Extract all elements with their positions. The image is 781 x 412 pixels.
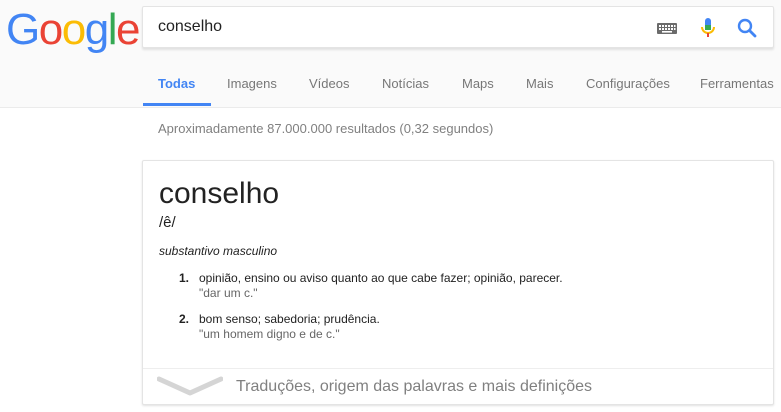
- search-icon[interactable]: [735, 16, 759, 40]
- definition-example: "dar um c.": [199, 286, 258, 300]
- tab-configuracoes[interactable]: Configurações: [586, 64, 670, 104]
- tab-ferramentas[interactable]: Ferramentas: [700, 64, 774, 104]
- active-tab-indicator: [143, 103, 211, 106]
- more-definitions-label: Traduções, origem das palavras e mais de…: [236, 378, 593, 395]
- part-of-speech: substantivo masculino: [159, 244, 278, 258]
- microphone-icon[interactable]: [696, 16, 720, 40]
- tab-mais[interactable]: Mais: [526, 64, 553, 104]
- tab-maps[interactable]: Maps: [462, 64, 494, 104]
- chevron-down-icon: [156, 375, 224, 402]
- definition-example: "um homem digno e de c.": [199, 327, 340, 341]
- tab-noticias[interactable]: Notícias: [382, 64, 429, 104]
- definition-number: 2.: [179, 312, 190, 326]
- logo-letter: e: [115, 5, 140, 54]
- logo-letter: g: [84, 5, 109, 54]
- dictionary-phonetic: /ê/: [159, 214, 176, 231]
- dictionary-word: conselho: [159, 177, 280, 210]
- search-box: [142, 6, 774, 48]
- header: Google conselho Todas Imagens Vídeos Not…: [0, 0, 781, 108]
- keyboard-icon[interactable]: [655, 16, 679, 40]
- search-input[interactable]: [158, 7, 638, 47]
- definition-text: bom senso; sabedoria; prudência.: [199, 312, 380, 326]
- logo-letter: o: [61, 5, 86, 54]
- search-tabs: Todas Imagens Vídeos Notícias Maps Mais …: [0, 64, 781, 107]
- definition-text: opinião, ensino ou aviso quanto ao que c…: [199, 271, 563, 285]
- tab-todas[interactable]: Todas: [158, 64, 195, 104]
- logo-letter: l: [107, 5, 118, 54]
- tab-videos[interactable]: Vídeos: [309, 64, 349, 104]
- tab-imagens[interactable]: Imagens: [227, 64, 277, 104]
- logo-letter: G: [6, 5, 40, 54]
- result-stats: Aproximadamente 87.000.000 resultados (0…: [158, 121, 494, 136]
- google-logo[interactable]: Google: [6, 5, 140, 55]
- definition-number: 1.: [179, 271, 190, 285]
- more-definitions-toggle[interactable]: Traduções, origem das palavras e mais de…: [143, 368, 773, 405]
- dictionary-card: conselho /ê/ substantivo masculino 1. op…: [142, 160, 774, 405]
- logo-letter: o: [38, 5, 63, 54]
